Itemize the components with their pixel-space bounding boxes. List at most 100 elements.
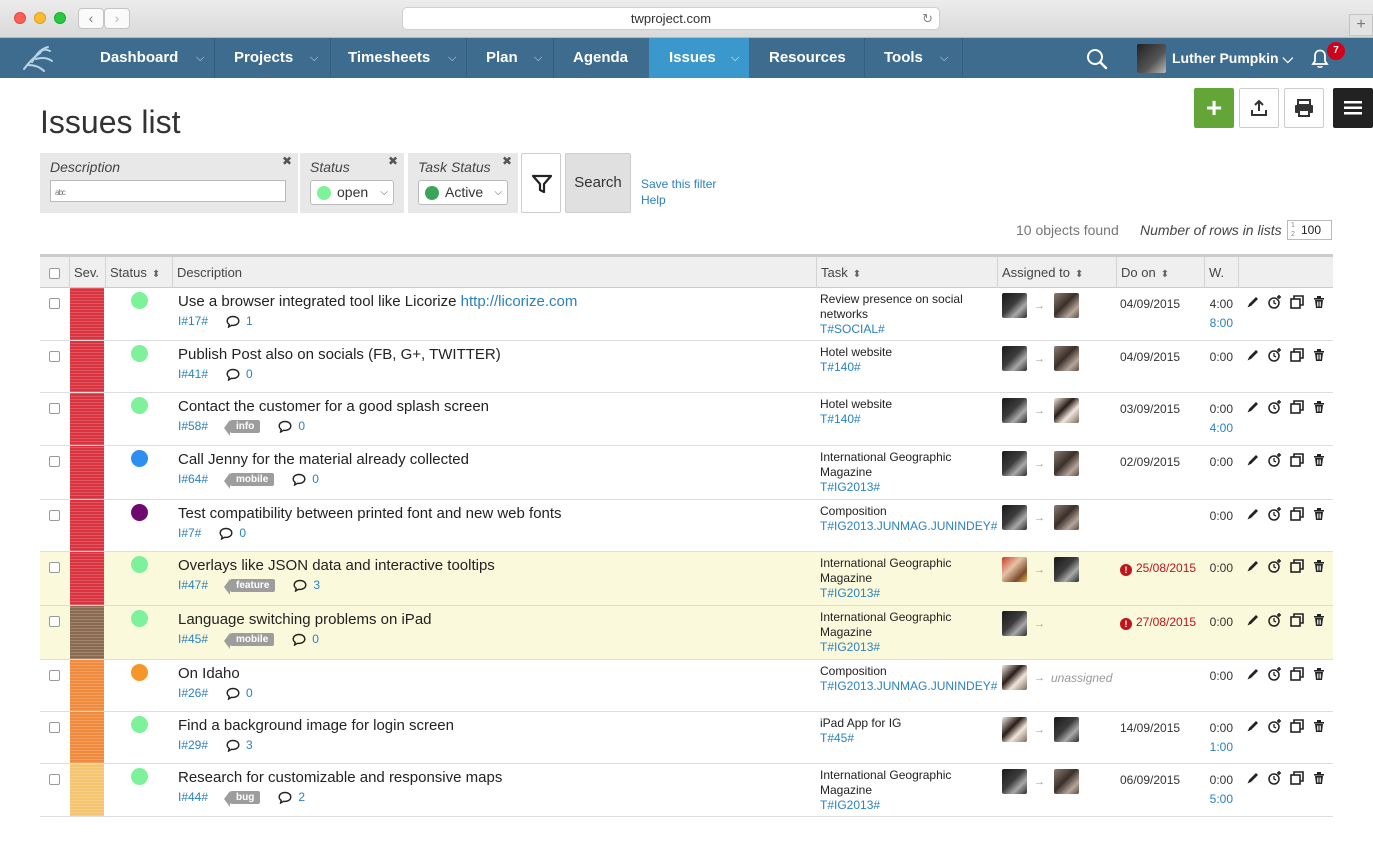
row-checkbox[interactable] <box>49 616 60 627</box>
status-dot[interactable] <box>131 610 148 627</box>
pencil-icon[interactable] <box>1245 399 1261 415</box>
comments-link[interactable]: 0 <box>226 367 253 381</box>
nav-timesheets[interactable]: Timesheets ⌵ <box>348 38 464 78</box>
task-code[interactable]: T#IG2013.JUNMAG.JUNINDEY# <box>820 679 997 694</box>
assigner-avatar[interactable] <box>1002 346 1027 371</box>
url-bar[interactable]: twproject.com ↻ <box>402 7 940 30</box>
chevron-down-icon[interactable]: ⌵ <box>534 38 542 78</box>
rows-in-lists-input[interactable]: 12 100 <box>1287 220 1332 240</box>
issue-id[interactable]: I#41# <box>178 367 208 381</box>
column-worklog[interactable]: W. <box>1204 257 1238 288</box>
pencil-icon[interactable] <box>1245 612 1261 628</box>
comments-link[interactable]: 1 <box>226 314 253 328</box>
nav-projects[interactable]: Projects ⌵ <box>234 38 328 78</box>
issue-id[interactable]: I#58# <box>178 419 208 433</box>
comments-link[interactable]: 2 <box>278 790 305 804</box>
task-name[interactable]: Composition <box>820 504 995 519</box>
task-status-select[interactable]: Active ⌵ <box>418 180 508 205</box>
assignee-avatar[interactable] <box>1054 769 1079 794</box>
new-tab-button[interactable]: + <box>1349 14 1373 36</box>
row-checkbox[interactable] <box>49 562 60 573</box>
description-input[interactable]: abc <box>50 180 286 202</box>
pencil-icon[interactable] <box>1245 452 1261 468</box>
task-code[interactable]: T#IG2013# <box>820 480 995 495</box>
status-dot[interactable] <box>131 397 148 414</box>
add-worklog-icon[interactable] <box>1267 294 1283 310</box>
worklog-done[interactable]: 8:00 <box>1209 316 1233 330</box>
user-avatar[interactable] <box>1137 44 1166 73</box>
search-button[interactable]: Search <box>565 153 631 213</box>
back-button[interactable]: ‹ <box>78 8 104 29</box>
assigner-avatar[interactable] <box>1002 398 1027 423</box>
maximize-window-button[interactable] <box>54 12 66 24</box>
trash-icon[interactable] <box>1311 347 1327 363</box>
comments-link[interactable]: 0 <box>278 419 305 433</box>
issue-id[interactable]: I#26# <box>178 686 208 700</box>
issue-description[interactable]: Research for customizable and responsive… <box>178 769 502 786</box>
task-code[interactable]: T#140# <box>820 360 995 375</box>
assigner-avatar[interactable] <box>1002 769 1027 794</box>
comments-link[interactable]: 0 <box>292 472 319 486</box>
add-worklog-icon[interactable] <box>1267 612 1283 628</box>
chevron-down-icon[interactable]: ⌵ <box>731 38 739 78</box>
task-name[interactable]: Hotel website <box>820 397 995 412</box>
assignee-avatar[interactable] <box>1054 398 1079 423</box>
trash-icon[interactable] <box>1311 294 1327 310</box>
clone-icon[interactable] <box>1289 399 1305 415</box>
trash-icon[interactable] <box>1311 452 1327 468</box>
task-name[interactable]: Hotel website <box>820 345 995 360</box>
add-worklog-icon[interactable] <box>1267 399 1283 415</box>
task-code[interactable]: T#IG2013.JUNMAG.JUNINDEY# <box>820 519 997 534</box>
task-name[interactable]: International Geographic Magazine <box>820 556 995 586</box>
task-name[interactable]: International Geographic Magazine <box>820 450 995 480</box>
row-checkbox[interactable] <box>49 298 60 309</box>
close-icon[interactable]: ✖ <box>282 154 292 168</box>
assigner-avatar[interactable] <box>1002 611 1027 636</box>
column-status[interactable]: Status ⬍ <box>105 257 171 288</box>
reload-icon[interactable]: ↻ <box>922 8 933 29</box>
sort-icon[interactable]: ⬍ <box>853 269 861 280</box>
pencil-icon[interactable] <box>1245 347 1261 363</box>
add-worklog-icon[interactable] <box>1267 347 1283 363</box>
issue-id[interactable]: I#64# <box>178 472 208 486</box>
issue-link[interactable]: http://licorize.com <box>461 293 578 310</box>
issue-id[interactable]: I#45# <box>178 632 208 646</box>
issue-description[interactable]: Publish Post also on socials (FB, G+, TW… <box>178 346 501 363</box>
clone-icon[interactable] <box>1289 558 1305 574</box>
filter-button[interactable] <box>521 153 561 213</box>
clone-icon[interactable] <box>1289 770 1305 786</box>
assigner-avatar[interactable] <box>1002 557 1027 582</box>
close-icon[interactable]: ✖ <box>388 154 398 168</box>
assigner-avatar[interactable] <box>1002 505 1027 530</box>
issue-id[interactable]: I#17# <box>178 314 208 328</box>
add-issue-button[interactable]: + <box>1194 88 1234 128</box>
sort-icon[interactable]: ⬍ <box>1075 269 1083 280</box>
comments-link[interactable]: 0 <box>292 632 319 646</box>
status-dot[interactable] <box>131 450 148 467</box>
status-dot[interactable] <box>131 345 148 362</box>
nav-tools[interactable]: Tools ⌵ <box>884 38 958 78</box>
pencil-icon[interactable] <box>1245 506 1261 522</box>
task-name[interactable]: Review presence on social networks <box>820 292 995 322</box>
user-menu[interactable]: Luther Pumpkin ⌵ <box>1172 38 1293 78</box>
save-filter-link[interactable]: Save this filter <box>641 177 716 191</box>
issue-description[interactable]: Overlays like JSON data and interactive … <box>178 557 495 574</box>
task-code[interactable]: T#SOCIAL# <box>820 322 995 337</box>
pencil-icon[interactable] <box>1245 558 1261 574</box>
task-name[interactable]: International Geographic Magazine <box>820 610 995 640</box>
row-checkbox[interactable] <box>49 351 60 362</box>
assigner-avatar[interactable] <box>1002 665 1027 690</box>
clone-icon[interactable] <box>1289 452 1305 468</box>
task-code[interactable]: T#45# <box>820 731 995 746</box>
status-dot[interactable] <box>131 768 148 785</box>
clone-icon[interactable] <box>1289 612 1305 628</box>
clone-icon[interactable] <box>1289 666 1305 682</box>
status-dot[interactable] <box>131 292 148 309</box>
pencil-icon[interactable] <box>1245 294 1261 310</box>
print-button[interactable] <box>1284 88 1324 128</box>
add-worklog-icon[interactable] <box>1267 452 1283 468</box>
help-link[interactable]: Help <box>641 193 666 207</box>
worklog-done[interactable]: 4:00 <box>1209 421 1233 435</box>
trash-icon[interactable] <box>1311 558 1327 574</box>
close-window-button[interactable] <box>14 12 26 24</box>
